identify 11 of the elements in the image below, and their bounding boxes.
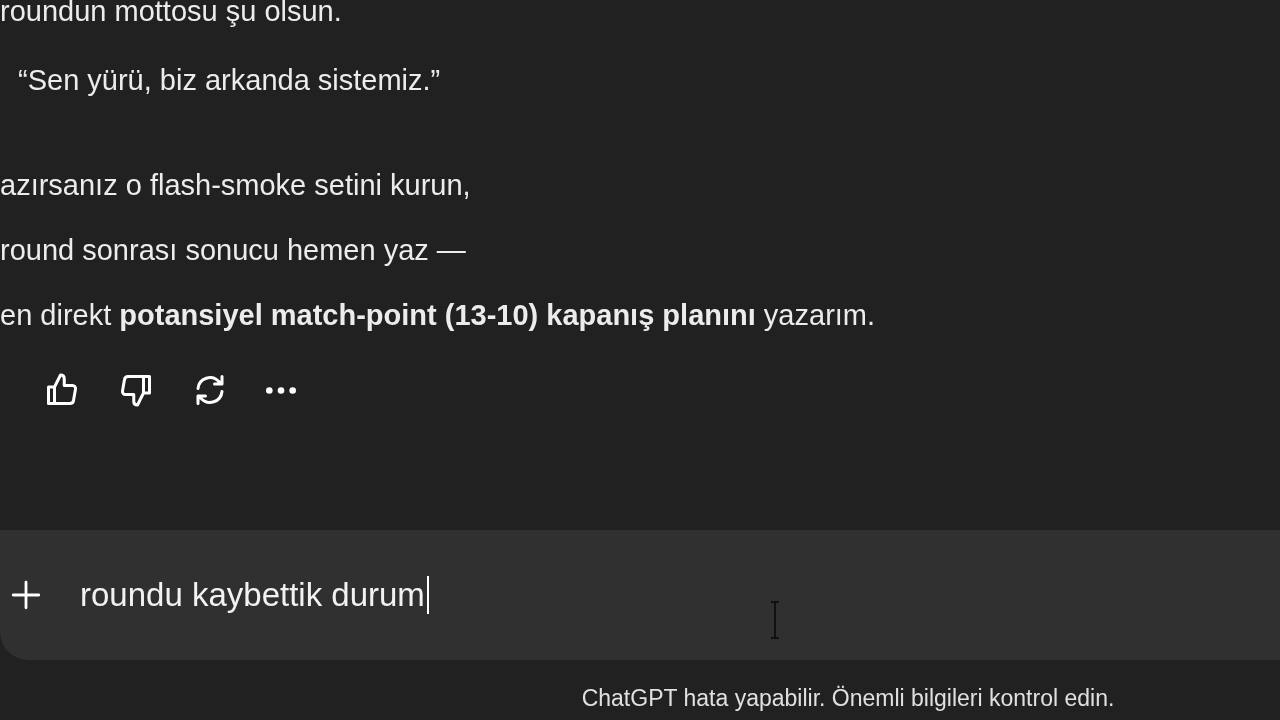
- message-paragraph: roundun mottosu şu olsun.: [0, 0, 342, 28]
- message-paragraph: “Sen yürü, biz arkanda sistemiz.”: [17, 63, 441, 98]
- message-paragraph: azırsanız o flash-smoke setini kurun,: [0, 168, 471, 203]
- plus-icon[interactable]: [9, 578, 43, 612]
- more-icon: [266, 386, 296, 394]
- disclaimer-text: ChatGPT hata yapabilir. Önemli bilgileri kontrol edin.: [581, 684, 1115, 712]
- typed-text: roundu kaybettik durum: [80, 576, 425, 614]
- message-paragraph: en direkt potansiyel match-point (13-10) kapanış planını yazarım.: [0, 298, 876, 333]
- message-composer[interactable]: roundu kaybettik durum: [0, 530, 1280, 660]
- text-cursor-icon: [769, 600, 781, 640]
- message-paragraph: round sonrası sonucu hemen yaz —: [0, 233, 466, 268]
